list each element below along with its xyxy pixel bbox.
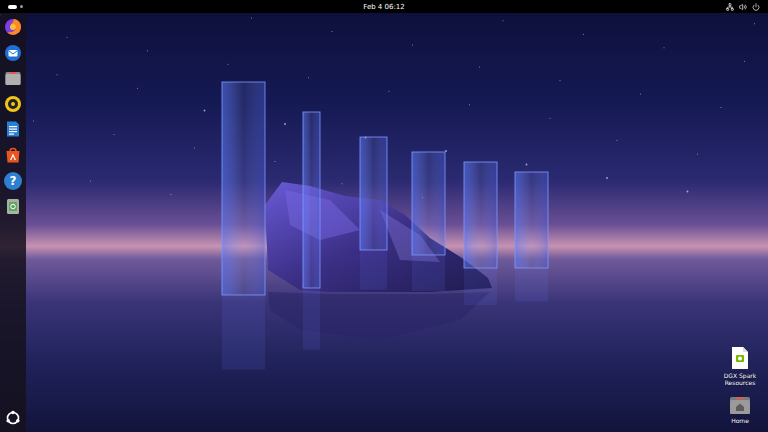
home-folder-icon[interactable] bbox=[729, 395, 751, 415]
network-icon[interactable] bbox=[726, 3, 734, 11]
workspace-dot bbox=[20, 5, 23, 8]
writer-icon[interactable] bbox=[4, 120, 22, 138]
desktop-icon-label: DGX Spark Resources bbox=[716, 372, 764, 387]
dock-item[interactable] bbox=[3, 120, 23, 138]
top-bar: Feb 4 06:12 bbox=[0, 0, 768, 13]
files-icon[interactable] bbox=[4, 69, 22, 87]
dock: ? bbox=[0, 13, 26, 432]
firefox-icon[interactable] bbox=[4, 18, 22, 36]
show-apps-button[interactable] bbox=[3, 409, 23, 427]
dock-item[interactable]: ? bbox=[3, 172, 23, 190]
dock-item[interactable] bbox=[3, 95, 23, 113]
app-center-icon[interactable] bbox=[4, 146, 22, 164]
desktop-area: DGX Spark Resources Home bbox=[26, 13, 768, 432]
desktop-icon[interactable]: DGX Spark Resources bbox=[716, 346, 764, 387]
file-icon[interactable] bbox=[730, 346, 750, 370]
show-apps-icon[interactable] bbox=[4, 409, 22, 427]
volume-icon[interactable] bbox=[739, 3, 747, 11]
desktop-icon[interactable]: Home bbox=[716, 395, 764, 425]
system-tray[interactable] bbox=[409, 3, 760, 11]
clock[interactable]: Feb 4 06:12 bbox=[359, 2, 408, 12]
trash-icon[interactable] bbox=[4, 197, 22, 215]
dock-item[interactable] bbox=[3, 69, 23, 87]
desktop-screen: Feb 4 06:12? DGX Spark Resources Home bbox=[0, 0, 768, 432]
dock-item[interactable] bbox=[3, 197, 23, 215]
dock-item[interactable] bbox=[3, 18, 23, 36]
power-icon[interactable] bbox=[752, 3, 760, 11]
activities-button[interactable] bbox=[8, 5, 359, 9]
desktop-icon-label: Home bbox=[731, 417, 749, 425]
rhythmbox-icon[interactable] bbox=[4, 95, 22, 113]
dock-item[interactable] bbox=[3, 44, 23, 62]
wallpaper bbox=[0, 0, 768, 432]
thunderbird-icon[interactable] bbox=[4, 44, 22, 62]
dock-item[interactable] bbox=[3, 146, 23, 164]
workspace: ? DGX Spark Resources Home bbox=[0, 13, 768, 432]
workspace-indicator bbox=[8, 5, 17, 9]
help-icon[interactable]: ? bbox=[4, 172, 22, 190]
